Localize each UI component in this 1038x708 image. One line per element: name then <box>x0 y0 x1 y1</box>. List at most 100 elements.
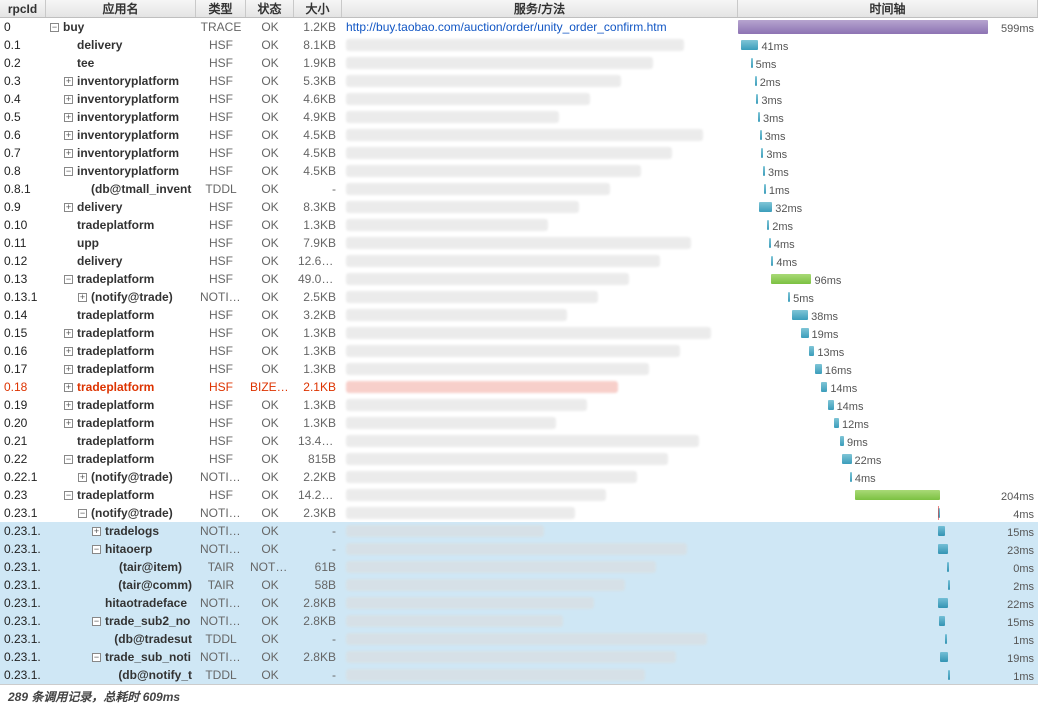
table-row[interactable]: 0.12deliveryHSFOK12.6KB4ms <box>0 252 1038 270</box>
table-row[interactable]: 0.9+deliveryHSFOK8.3KB32ms <box>0 198 1038 216</box>
cell-type: TDDL <box>196 180 246 198</box>
timeline-bar <box>947 562 949 572</box>
table-row[interactable]: 0.4+inventoryplatformHSFOK4.6KB3ms <box>0 90 1038 108</box>
timeline-bar <box>758 112 760 122</box>
hdr-rpcid[interactable]: rpcId <box>0 0 46 17</box>
cell-timeline: 1ms <box>738 666 1038 684</box>
cell-timeline: 41ms <box>738 36 1038 54</box>
table-row[interactable]: 0.22−tradeplatformHSFOK815B22ms <box>0 450 1038 468</box>
expand-icon[interactable]: + <box>64 149 73 158</box>
collapse-icon[interactable]: − <box>92 653 101 662</box>
expand-icon[interactable]: + <box>64 203 73 212</box>
table-row[interactable]: 0.14tradeplatformHSFOK3.2KB38ms <box>0 306 1038 324</box>
table-row[interactable]: 0.23.1−(notify@trade)NOTIFYOK2.3KB4ms <box>0 504 1038 522</box>
cell-status: OK <box>246 180 294 198</box>
timeline-label: 2ms <box>1013 578 1034 594</box>
table-row[interactable]: 0.23.1.−trade_sub2_noNOTIFYOK2.8KB15ms <box>0 612 1038 630</box>
table-row[interactable]: 0.13.1+(notify@trade)NOTIFYOK2.5KB5ms <box>0 288 1038 306</box>
cell-size: 1.3KB <box>294 414 342 432</box>
hdr-size[interactable]: 大小 <box>294 0 342 17</box>
expand-icon[interactable]: + <box>64 401 73 410</box>
table-row[interactable]: 0.6+inventoryplatformHSFOK4.5KB3ms <box>0 126 1038 144</box>
table-row[interactable]: 0.23.1.(tair@comm)TAIROK58B2ms <box>0 576 1038 594</box>
collapse-icon[interactable]: − <box>78 509 87 518</box>
collapse-icon[interactable]: − <box>64 167 73 176</box>
cell-service <box>342 72 738 90</box>
service-redacted <box>346 633 707 645</box>
cell-rpcid: 0.13 <box>0 270 46 288</box>
expand-icon[interactable]: + <box>64 383 73 392</box>
table-row[interactable]: 0.23.1.(db@tradesutTDDLOK-1ms <box>0 630 1038 648</box>
timeline-label: 3ms <box>765 128 786 144</box>
service-redacted <box>346 111 559 123</box>
cell-status: OK <box>246 288 294 306</box>
service-url[interactable]: http://buy.taobao.com/auction/order/unit… <box>346 18 734 36</box>
collapse-icon[interactable]: − <box>92 617 101 626</box>
timeline-bar <box>938 544 948 554</box>
table-row[interactable]: 0.10tradeplatformHSFOK1.3KB2ms <box>0 216 1038 234</box>
timeline-label: 0ms <box>1013 560 1034 576</box>
table-row[interactable]: 0.13−tradeplatformHSFOK49.0KB96ms <box>0 270 1038 288</box>
hdr-app[interactable]: 应用名 <box>46 0 196 17</box>
table-row[interactable]: 0.23.1.+tradelogsNOTIFYOK-15ms <box>0 522 1038 540</box>
table-row[interactable]: 0.15+tradeplatformHSFOK1.3KB19ms <box>0 324 1038 342</box>
cell-size: 2.2KB <box>294 468 342 486</box>
collapse-icon[interactable]: − <box>64 491 73 500</box>
table-row[interactable]: 0.17+tradeplatformHSFOK1.3KB16ms <box>0 360 1038 378</box>
app-name: tradeplatform <box>77 270 154 288</box>
table-row[interactable]: 0.23−tradeplatformHSFOK14.2KB204ms <box>0 486 1038 504</box>
expand-icon[interactable]: + <box>64 95 73 104</box>
table-row[interactable]: 0.21tradeplatformHSFOK13.4KB9ms <box>0 432 1038 450</box>
collapse-icon[interactable]: − <box>92 545 101 554</box>
table-row[interactable]: 0.23.1.hitaotradefaceNOTIFYOK2.8KB22ms <box>0 594 1038 612</box>
table-row[interactable]: 0.16+tradeplatformHSFOK1.3KB13ms <box>0 342 1038 360</box>
cell-status: OK <box>246 576 294 594</box>
table-row[interactable]: 0.20+tradeplatformHSFOK1.3KB12ms <box>0 414 1038 432</box>
table-row[interactable]: 0.18+tradeplatformHSFBIZERR2.1KB14ms <box>0 378 1038 396</box>
cell-timeline: 1ms <box>738 630 1038 648</box>
cell-app: (tair@comm) <box>46 576 196 594</box>
expand-icon[interactable]: + <box>64 77 73 86</box>
table-row[interactable]: 0.23.1.−hitaoerpNOTIFYOK-23ms <box>0 540 1038 558</box>
table-row[interactable]: 0.1deliveryHSFOK8.1KB41ms <box>0 36 1038 54</box>
table-row[interactable]: 0.8−inventoryplatformHSFOK4.5KB3ms <box>0 162 1038 180</box>
table-row[interactable]: 0.3+inventoryplatformHSFOK5.3KB2ms <box>0 72 1038 90</box>
expand-icon[interactable]: + <box>78 473 87 482</box>
hdr-service[interactable]: 服务/方法 <box>342 0 738 17</box>
expand-icon[interactable]: + <box>78 293 87 302</box>
hdr-type[interactable]: 类型 <box>196 0 246 17</box>
expand-icon[interactable]: + <box>92 527 101 536</box>
expand-icon[interactable]: + <box>64 131 73 140</box>
table-row[interactable]: 0.7+inventoryplatformHSFOK4.5KB3ms <box>0 144 1038 162</box>
table-row[interactable]: 0.23.1.(tair@item)TAIRNOTEXSI61B0ms <box>0 558 1038 576</box>
table-row[interactable]: 0.23.1.(db@notify_tTDDLOK-1ms <box>0 666 1038 684</box>
table-row[interactable]: 0.11uppHSFOK7.9KB4ms <box>0 234 1038 252</box>
cell-rpcid: 0.9 <box>0 198 46 216</box>
cell-size: 4.6KB <box>294 90 342 108</box>
expand-icon[interactable]: + <box>64 365 73 374</box>
cell-timeline: 15ms <box>738 612 1038 630</box>
expand-icon[interactable]: + <box>64 419 73 428</box>
collapse-icon[interactable]: − <box>64 275 73 284</box>
timeline-label: 16ms <box>825 362 852 378</box>
table-row[interactable]: 0.8.1(db@tmall_inventTDDLOK-1ms <box>0 180 1038 198</box>
cell-service <box>342 540 738 558</box>
hdr-timeline[interactable]: 时间轴 <box>738 0 1038 17</box>
service-redacted <box>346 489 606 501</box>
expand-icon[interactable]: + <box>64 113 73 122</box>
table-row[interactable]: 0−buyTRACEOK1.2KBhttp://buy.taobao.com/a… <box>0 18 1038 36</box>
collapse-icon[interactable]: − <box>50 23 59 32</box>
hdr-status[interactable]: 状态 <box>246 0 294 17</box>
table-row[interactable]: 0.22.1+(notify@trade)NOTIFYOK2.2KB4ms <box>0 468 1038 486</box>
timeline-bar <box>938 526 944 536</box>
app-name: (tair@comm) <box>118 576 192 594</box>
table-row[interactable]: 0.19+tradeplatformHSFOK1.3KB14ms <box>0 396 1038 414</box>
cell-service <box>342 252 738 270</box>
collapse-icon[interactable]: − <box>64 455 73 464</box>
table-row[interactable]: 0.23.1.−trade_sub_notiNOTIFYOK2.8KB19ms <box>0 648 1038 666</box>
table-row[interactable]: 0.5+inventoryplatformHSFOK4.9KB3ms <box>0 108 1038 126</box>
table-row[interactable]: 0.2teeHSFOK1.9KB5ms <box>0 54 1038 72</box>
expand-icon[interactable]: + <box>64 329 73 338</box>
cell-type: HSF <box>196 162 246 180</box>
expand-icon[interactable]: + <box>64 347 73 356</box>
